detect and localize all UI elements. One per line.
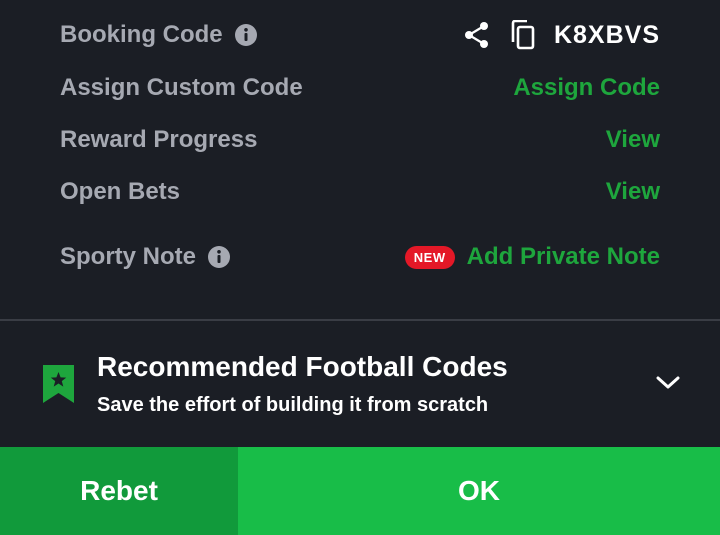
info-icon[interactable] [208, 246, 231, 268]
recommended-codes-section[interactable]: Recommended Football Codes Save the effo… [0, 321, 720, 447]
open-bets-view-link[interactable]: View [606, 178, 660, 206]
custom-code-label: Assign Custom Code [60, 74, 303, 101]
booking-code-label: Booking Code [60, 21, 223, 48]
sporty-note-label: Sporty Note [60, 243, 197, 270]
sporty-note-actions: NEW Add Private Note [404, 243, 660, 271]
ok-button[interactable]: OK [238, 447, 720, 535]
share-icon[interactable] [464, 21, 490, 49]
sporty-note-row: Sporty Note NEW Add Private Note [60, 237, 660, 277]
bookmark-star-icon [43, 365, 74, 408]
sporty-note-label-wrap: Sporty Note [60, 243, 231, 271]
custom-code-row: Assign Custom Code Assign Code [60, 68, 660, 108]
open-bets-row: Open Bets View [60, 172, 660, 212]
reward-progress-label: Reward Progress [60, 126, 258, 153]
booking-code-actions: K8XBVS [464, 20, 660, 50]
info-icon[interactable] [234, 24, 257, 46]
recommended-subtitle: Save the effort of building it from scra… [97, 394, 489, 416]
new-badge: NEW [404, 245, 455, 269]
open-bets-label: Open Bets [60, 178, 181, 205]
booking-code-row: Booking Code K8XBVS [60, 15, 660, 55]
reward-progress-row: Reward Progress View [60, 120, 660, 160]
recommended-title: Recommended Football Codes [97, 351, 508, 382]
copy-icon[interactable] [510, 20, 536, 50]
chevron-down-icon[interactable] [655, 375, 681, 396]
booking-code-value[interactable]: K8XBVS [554, 21, 660, 50]
booking-code-label-wrap: Booking Code [60, 21, 257, 49]
assign-code-link[interactable]: Assign Code [513, 74, 660, 102]
add-private-note-link[interactable]: Add Private Note [467, 243, 660, 271]
rebet-button[interactable]: Rebet [0, 447, 238, 535]
footer-buttons: Rebet OK [0, 447, 720, 535]
reward-view-link[interactable]: View [606, 126, 660, 154]
